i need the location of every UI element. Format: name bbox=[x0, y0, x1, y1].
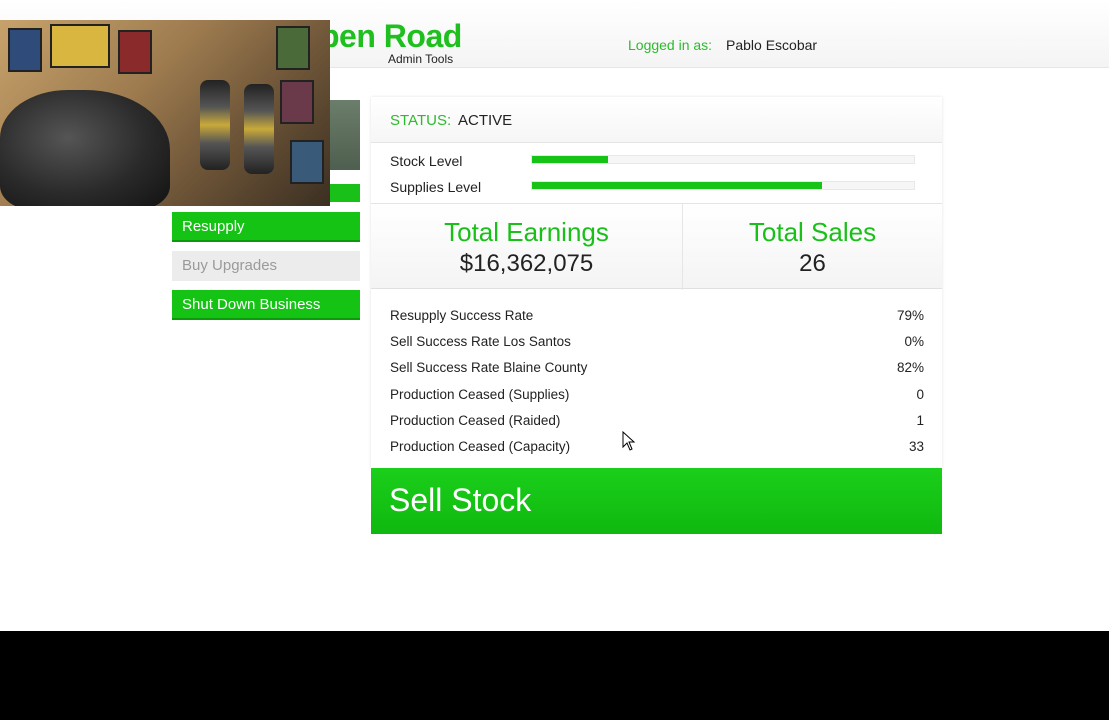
metric-value: 82% bbox=[896, 360, 924, 375]
supplies-level-label: Supplies Level bbox=[390, 179, 482, 195]
championship-belt bbox=[200, 80, 230, 170]
letterbox-bar bbox=[0, 631, 1109, 720]
total-earnings-value: $16,362,075 bbox=[459, 250, 594, 277]
supplies-level-fill bbox=[532, 182, 823, 189]
status-row: STATUS: ACTIVE bbox=[371, 97, 942, 143]
sell-stock-button[interactable]: Sell Stock bbox=[371, 468, 942, 534]
sell-stock-label: Sell Stock bbox=[389, 482, 532, 518]
supplies-level-bar bbox=[531, 181, 915, 190]
metric-label: Sell Success Rate Blaine County bbox=[390, 360, 588, 375]
championship-belt bbox=[244, 84, 274, 174]
metric-label: Production Ceased (Raided) bbox=[390, 413, 561, 428]
status-value: ACTIVE bbox=[458, 112, 513, 129]
total-sales-value: 26 bbox=[799, 250, 826, 277]
total-sales-stat: Total Sales 26 bbox=[683, 204, 942, 290]
wall-poster bbox=[50, 24, 110, 68]
login-username: Pablo Escobar bbox=[726, 37, 818, 53]
metric-value: 0 bbox=[916, 387, 924, 402]
mouse-cursor-icon bbox=[622, 431, 636, 451]
wall-poster bbox=[8, 28, 42, 72]
sidebar-accent-strip bbox=[330, 184, 360, 202]
business-thumbnail bbox=[330, 100, 360, 170]
metric-value: 33 bbox=[908, 439, 924, 454]
shut-down-business-button[interactable]: Shut Down Business bbox=[172, 290, 360, 320]
metric-row: Production Ceased (Raided) 1 bbox=[390, 413, 924, 433]
metric-row: Sell Success Rate Blaine County 82% bbox=[390, 360, 924, 380]
app-subtitle: Admin Tools bbox=[388, 52, 454, 66]
metric-row: Resupply Success Rate 79% bbox=[390, 308, 924, 328]
wall-poster bbox=[118, 30, 152, 74]
total-earnings-title: Total Earnings bbox=[444, 217, 609, 247]
total-earnings-stat: Total Earnings $16,362,075 bbox=[371, 204, 682, 290]
metric-row: Sell Success Rate Los Santos 0% bbox=[390, 334, 924, 354]
metric-row: Production Ceased (Capacity) 33 bbox=[390, 439, 924, 459]
wall-poster bbox=[280, 80, 314, 124]
stock-level-label: Stock Level bbox=[390, 153, 463, 169]
metric-label: Production Ceased (Capacity) bbox=[390, 439, 571, 454]
wall-poster bbox=[276, 26, 310, 70]
business-panel: STATUS: ACTIVE Stock Level Supplies Leve… bbox=[371, 97, 942, 469]
resupply-button[interactable]: Resupply bbox=[172, 212, 360, 242]
stock-level-bar bbox=[531, 155, 915, 164]
stats-row: Total Earnings $16,362,075 Total Sales 2… bbox=[371, 203, 942, 290]
metric-value: 79% bbox=[896, 308, 924, 323]
stock-level-fill bbox=[532, 156, 609, 163]
streamer-silhouette bbox=[0, 90, 170, 206]
metric-label: Production Ceased (Supplies) bbox=[390, 387, 570, 402]
login-label: Logged in as: bbox=[628, 37, 713, 53]
metric-value: 1 bbox=[916, 413, 924, 428]
metric-label: Resupply Success Rate bbox=[390, 308, 534, 323]
metric-value: 0% bbox=[904, 334, 924, 349]
wall-poster bbox=[290, 140, 324, 184]
total-sales-title: Total Sales bbox=[748, 217, 877, 247]
status-label: STATUS: bbox=[390, 112, 452, 129]
webcam-overlay bbox=[0, 20, 330, 206]
app-title: pen Road bbox=[320, 18, 462, 54]
metric-label: Sell Success Rate Los Santos bbox=[390, 334, 571, 349]
metric-row: Production Ceased (Supplies) 0 bbox=[390, 387, 924, 407]
buy-upgrades-button[interactable]: Buy Upgrades bbox=[172, 251, 360, 281]
